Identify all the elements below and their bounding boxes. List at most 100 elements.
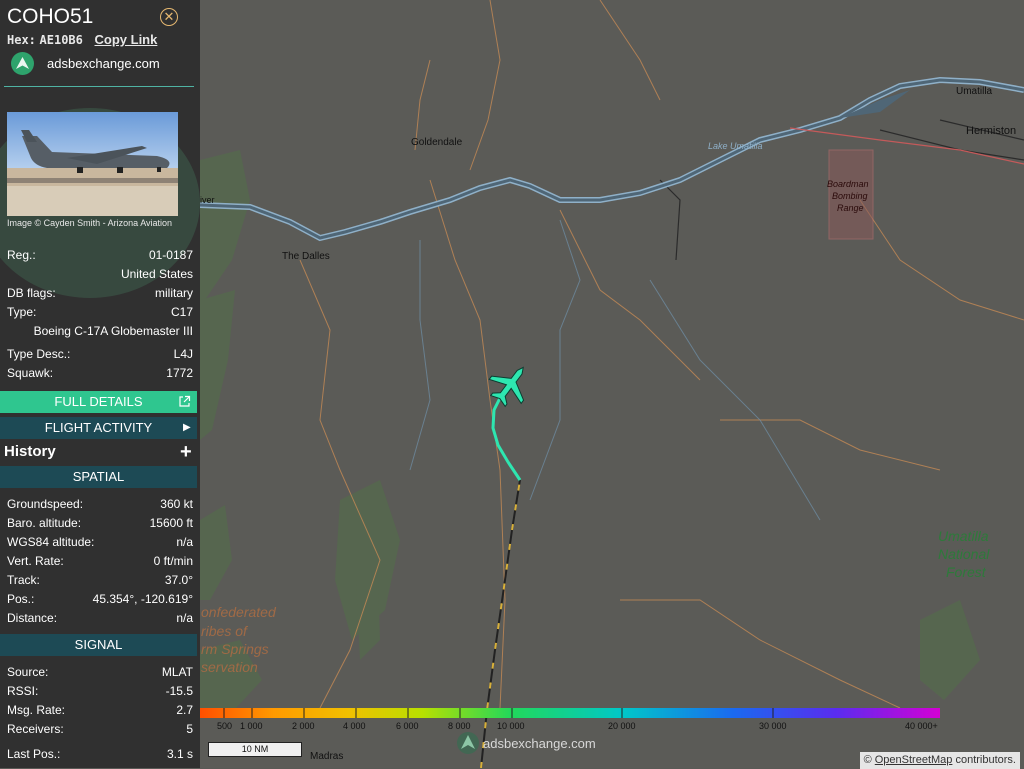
msg-rate-label: Msg. Rate:: [7, 703, 66, 717]
spatial-row: Pos.: 45.354°, -120.619°: [7, 591, 193, 607]
close-icon[interactable]: ✕: [160, 8, 178, 26]
hex-label: Hex:: [7, 33, 36, 47]
legend-label: 20 000: [608, 721, 636, 731]
reg-value[interactable]: 01-0187: [149, 247, 193, 263]
label-lake-umatilla: Lake Umatilla: [708, 141, 763, 151]
source-label: Source:: [7, 665, 49, 679]
squawk-value: 1772: [166, 366, 193, 380]
label-boardman-1: Boardman: [827, 179, 869, 189]
copy-link-button[interactable]: Copy Link: [95, 32, 158, 47]
map-logo: adsbexchange.com: [456, 731, 596, 755]
attribution-suffix: contributors.: [952, 754, 1016, 766]
history-toggle[interactable]: History: [4, 443, 56, 460]
source-value: MLAT: [161, 665, 193, 679]
last-pos-value: 3.1 s: [166, 747, 193, 761]
type-label: Type:: [7, 305, 37, 319]
rssi-value: -15.5: [165, 684, 193, 698]
label-madras: Madras: [310, 751, 343, 762]
hex-line: Hex: AE10B6 Copy Link: [7, 32, 157, 47]
signal-row: Last Pos.: 3.1 s: [7, 746, 193, 762]
divider: [4, 86, 194, 87]
aircraft-photo[interactable]: [7, 112, 178, 216]
track-value: 37.0°: [164, 573, 193, 587]
map-canvas[interactable]: Goldendale The Dalles Umatilla Hermiston…: [200, 0, 1024, 768]
label-forest-3: Forest: [946, 564, 987, 580]
label-hermiston: Hermiston: [966, 125, 1016, 137]
label-warm-springs-2: ribes of: [201, 623, 249, 639]
chevron-right-icon: ▶: [183, 422, 191, 433]
scale-bar: 10 NM: [208, 742, 302, 757]
db-flags-label: DB flags:: [7, 286, 56, 300]
label-forest-2: National: [938, 546, 990, 562]
track-label: Track:: [7, 573, 40, 587]
baro-altitude-label: Baro. altitude:: [7, 516, 82, 530]
legend-label: 8 000: [448, 721, 471, 731]
plus-icon[interactable]: +: [180, 441, 192, 464]
flight-activity-label: FLIGHT ACTIVITY: [44, 420, 153, 435]
groundspeed-label: Groundspeed:: [7, 497, 84, 511]
reg-label: Reg.:: [7, 248, 36, 262]
squawk-row: Squawk: 1772: [7, 365, 193, 381]
legend-label: 1 000: [240, 721, 263, 731]
vert-rate-label: Vert. Rate:: [7, 554, 64, 568]
adsbexchange-logo-icon: [11, 52, 34, 75]
label-warm-springs-3: rm Springs: [201, 641, 269, 657]
site-link[interactable]: adsbexchange.com: [11, 52, 160, 75]
spatial-row: WGS84 altitude: n/a: [7, 534, 193, 550]
country-row: United States: [7, 266, 193, 282]
country-value: United States: [120, 267, 193, 281]
label-umatilla-city: Umatilla: [956, 86, 993, 97]
legend-label: 10 000: [497, 721, 525, 731]
flight-activity-button[interactable]: FLIGHT ACTIVITY ▶: [0, 417, 197, 439]
position-label: Pos.:: [7, 592, 35, 606]
distance-label: Distance:: [7, 611, 58, 625]
type-desc-row: Type Desc.: L4J: [7, 346, 193, 362]
groundspeed-value: 360 kt: [160, 497, 193, 511]
label-warm-springs-4: servation: [201, 659, 258, 675]
map-attribution: © OpenStreetMap contributors.: [859, 752, 1020, 769]
spatial-row: Groundspeed: 360 kt: [7, 496, 193, 512]
legend-label: 30 000: [759, 721, 787, 731]
legend-label: 40 000+: [905, 721, 938, 731]
spatial-row: Track: 37.0°: [7, 572, 193, 588]
signal-header: SIGNAL: [0, 634, 197, 656]
external-link-icon: [179, 395, 191, 407]
map-logo-text: adsbexchange.com: [483, 735, 596, 751]
openstreetmap-link[interactable]: OpenStreetMap: [875, 754, 953, 766]
baro-altitude-value: 15600 ft: [149, 516, 193, 530]
full-details-button[interactable]: FULL DETAILS: [0, 391, 197, 413]
type-desc-value: L4J: [173, 347, 193, 361]
legend-label: 4 000: [343, 721, 366, 731]
reg-row: Reg.: 01-0187: [7, 247, 193, 263]
spatial-header: SPATIAL: [0, 466, 197, 488]
squawk-label: Squawk:: [7, 366, 54, 380]
label-warm-springs-1: onfederated: [201, 604, 277, 620]
photo-credit: Image © Cayden Smith - Arizona Aviation: [7, 218, 173, 228]
label-boardman-2: Bombing: [832, 191, 868, 201]
msg-rate-value: 2.7: [176, 703, 193, 717]
last-pos-label: Last Pos.:: [7, 747, 61, 761]
hex-value: AE10B6: [39, 33, 83, 47]
label-river-partial: iver: [200, 195, 215, 205]
label-forest-1: Umatilla: [938, 528, 989, 544]
type-row: Type: C17: [7, 304, 193, 320]
type-name-row: Boeing C-17A Globemaster III: [7, 323, 193, 339]
legend-label: 2 000: [292, 721, 315, 731]
type-name-value: Boeing C-17A Globemaster III: [33, 324, 193, 338]
signal-row: Msg. Rate: 2.7: [7, 702, 193, 718]
label-boardman-3: Range: [837, 203, 864, 213]
vert-rate-value: 0 ft/min: [153, 554, 193, 568]
type-desc-label: Type Desc.:: [7, 347, 71, 361]
spatial-row: Vert. Rate: 0 ft/min: [7, 553, 193, 569]
altitude-legend: [200, 708, 940, 718]
aircraft-info-panel: COHO51 ✕ Hex: AE10B6 Copy Link adsbexcha…: [0, 0, 200, 768]
wgs84-altitude-label: WGS84 altitude:: [7, 535, 95, 549]
legend-label: 500: [217, 721, 233, 731]
signal-row: RSSI: -15.5: [7, 683, 193, 699]
spatial-row: Distance: n/a: [7, 610, 193, 626]
position-value: 45.354°, -120.619°: [92, 592, 193, 606]
rssi-label: RSSI:: [7, 684, 39, 698]
full-details-label: FULL DETAILS: [54, 394, 143, 409]
signal-row: Source: MLAT: [7, 664, 193, 680]
wgs84-altitude-value: n/a: [176, 535, 193, 549]
